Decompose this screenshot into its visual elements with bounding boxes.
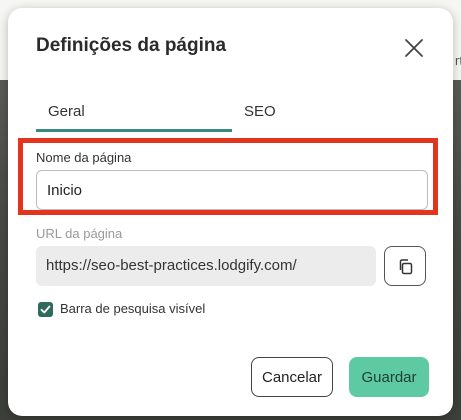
search-bar-label: Barra de pesquisa visível (60, 301, 206, 316)
search-bar-checkbox[interactable] (38, 302, 53, 317)
page-url-value: https://seo-best-practices.lodgify.com/ (46, 257, 297, 274)
tab-active-indicator (36, 129, 232, 132)
close-button[interactable] (401, 35, 427, 61)
dialog-title: Definições da página (36, 35, 227, 56)
tab-geral-label: Geral (48, 103, 85, 120)
tab-bar: Geral SEO (36, 96, 428, 132)
tab-geral[interactable]: Geral (36, 96, 232, 132)
page-url-label: URL da página (36, 226, 123, 241)
page-name-input[interactable] (36, 170, 428, 210)
backdrop-edge-text: rt (455, 53, 461, 68)
cancel-button[interactable]: Cancelar (251, 357, 333, 397)
copy-url-button[interactable] (384, 246, 426, 286)
page-url-field: https://seo-best-practices.lodgify.com/ (36, 246, 376, 286)
copy-icon (399, 259, 413, 275)
checkmark-icon (40, 305, 51, 314)
tab-seo[interactable]: SEO (232, 96, 428, 132)
page-name-label: Nome da página (36, 150, 132, 165)
page-settings-dialog: Definições da página Geral SEO Nome da p… (8, 8, 453, 416)
tab-seo-label: SEO (244, 103, 276, 120)
close-icon (405, 39, 423, 57)
save-button[interactable]: Guardar (349, 357, 429, 397)
